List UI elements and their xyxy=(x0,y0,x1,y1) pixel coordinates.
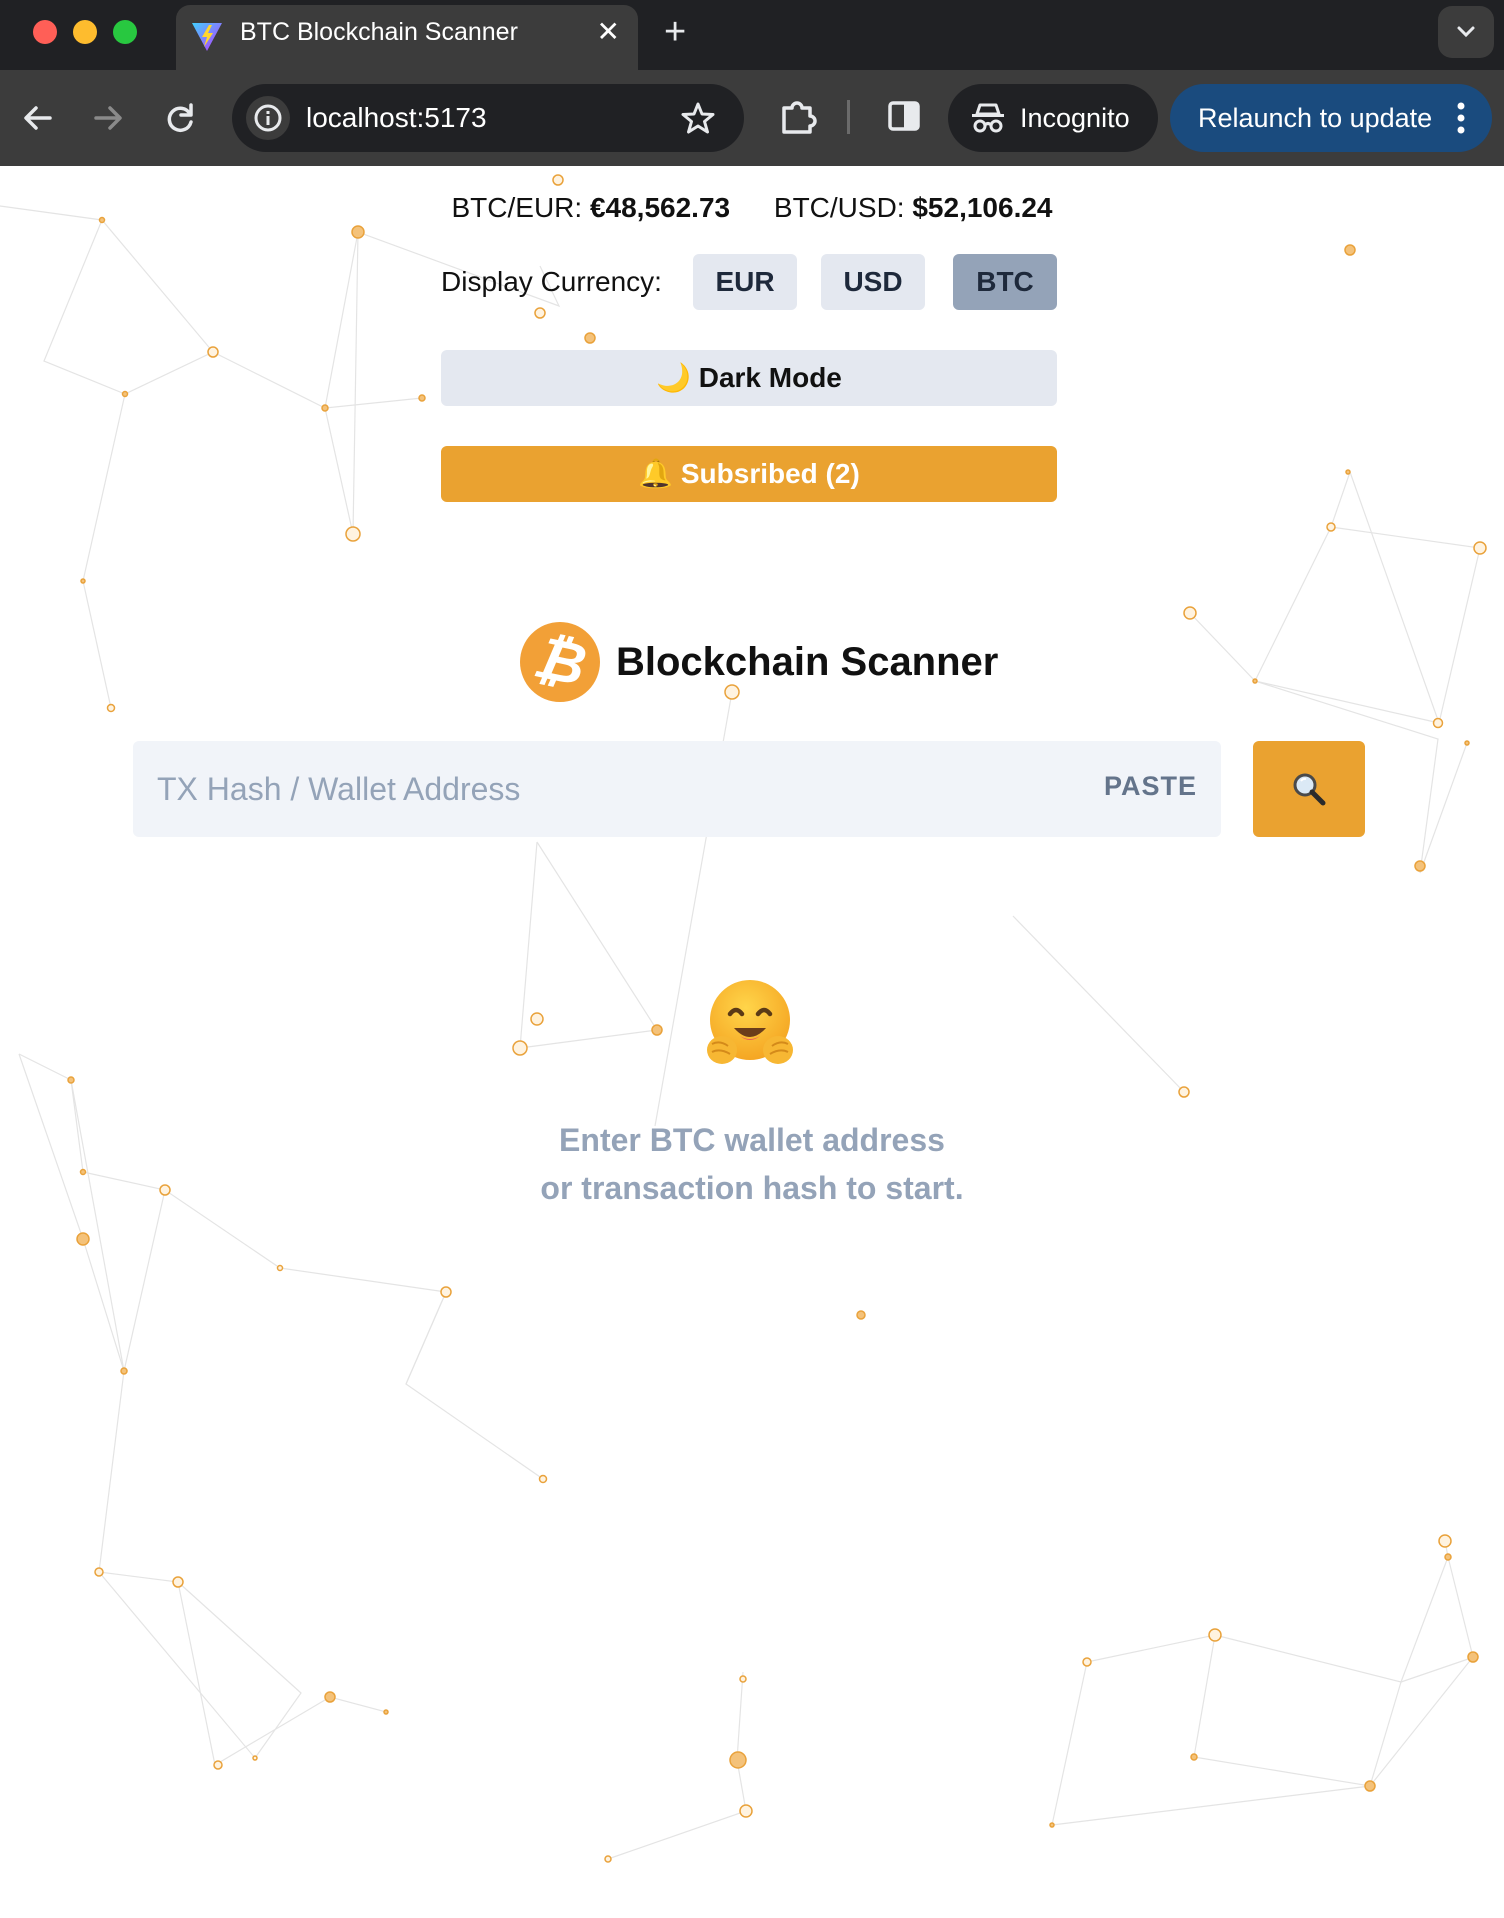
tab-search-button[interactable] xyxy=(1438,6,1494,58)
app-page: BTC/EUR: €48,562.73 BTC/USD: $52,106.24 … xyxy=(0,166,1504,1918)
search-bar: PASTE xyxy=(133,741,1221,837)
currency-btc-button[interactable]: BTC xyxy=(953,254,1057,310)
side-panel-icon[interactable] xyxy=(882,94,926,138)
paste-button[interactable]: PASTE xyxy=(1104,771,1197,802)
exchange-rates: BTC/EUR: €48,562.73 BTC/USD: $52,106.24 xyxy=(0,192,1504,224)
tab-close-icon[interactable]: ✕ xyxy=(597,15,620,48)
relaunch-to-update-button[interactable]: Relaunch to update xyxy=(1170,84,1492,152)
dark-mode-toggle[interactable]: 🌙 Dark Mode xyxy=(441,350,1057,406)
btc-eur-label: BTC/EUR: xyxy=(451,192,583,223)
extensions-puzzle-icon[interactable] xyxy=(776,94,820,138)
incognito-indicator[interactable]: Incognito xyxy=(948,84,1158,152)
bookmark-star-icon[interactable] xyxy=(680,100,716,136)
empty-state-line-2: or transaction hash to start. xyxy=(540,1170,964,1206)
relaunch-label: Relaunch to update xyxy=(1198,103,1433,133)
forward-arrow-icon[interactable] xyxy=(84,94,132,142)
maximize-window-button[interactable] xyxy=(113,20,137,44)
app-title: Blockchain Scanner xyxy=(616,640,999,684)
site-info-button[interactable] xyxy=(246,96,290,140)
browser-toolbar: localhost:5173 Incognito Relaunch to upd… xyxy=(0,70,1504,166)
tab-title: BTC Blockchain Scanner xyxy=(240,18,518,46)
btc-eur-value: €48,562.73 xyxy=(589,192,731,223)
address-bar[interactable]: localhost:5173 xyxy=(232,84,744,152)
currency-usd-button[interactable]: USD xyxy=(821,254,925,310)
subscribed-button[interactable]: 🔔 Subsribed (2) xyxy=(441,446,1057,502)
chevron-down-icon xyxy=(1457,26,1475,38)
btc-usd-rate: BTC/USD: $52,106.24 xyxy=(774,192,1053,224)
browser-tab-active[interactable]: BTC Blockchain Scanner ✕ xyxy=(176,5,638,70)
empty-state-message: Enter BTC wallet address or transaction … xyxy=(0,1116,1504,1212)
bitcoin-logo-icon: ₿ xyxy=(520,622,600,702)
search-input[interactable] xyxy=(133,741,1033,837)
empty-state-line-1: Enter BTC wallet address xyxy=(559,1122,945,1158)
browser-tab-bar: BTC Blockchain Scanner ✕ + xyxy=(0,0,1504,70)
currency-eur-button[interactable]: EUR xyxy=(693,254,797,310)
kebab-menu-icon[interactable] xyxy=(1456,100,1466,136)
incognito-label: Incognito xyxy=(1020,103,1130,133)
back-arrow-icon[interactable] xyxy=(14,94,62,142)
new-tab-button[interactable]: + xyxy=(664,10,686,54)
display-currency-selector: Display Currency: EUR USD BTC xyxy=(441,254,1057,310)
btc-eur-rate: BTC/EUR: €48,562.73 xyxy=(452,192,731,224)
hugging-face-emoji-icon xyxy=(707,980,793,1064)
reload-icon[interactable] xyxy=(156,94,204,142)
info-icon xyxy=(254,104,282,132)
display-currency-label: Display Currency: xyxy=(441,266,662,297)
btc-usd-label: BTC/USD: xyxy=(773,192,905,223)
minimize-window-button[interactable] xyxy=(73,20,97,44)
url-text: localhost:5173 xyxy=(306,102,487,133)
vite-favicon-icon xyxy=(192,23,222,51)
close-window-button[interactable] xyxy=(33,20,57,44)
incognito-icon xyxy=(972,103,1004,133)
toolbar-divider xyxy=(847,100,850,134)
btc-usd-value: $52,106.24 xyxy=(912,192,1053,223)
magnifier-icon xyxy=(1293,773,1326,806)
search-button[interactable] xyxy=(1253,741,1365,837)
